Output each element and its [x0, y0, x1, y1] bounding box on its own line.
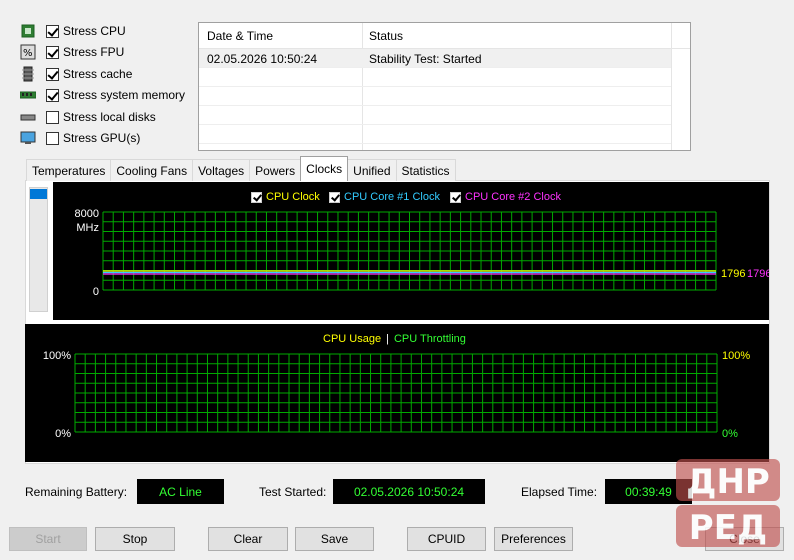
cache-icon — [20, 66, 36, 82]
stress-cpu-option[interactable]: Stress CPU — [20, 21, 126, 41]
stress-gpu-option[interactable]: Stress GPU(s) — [20, 128, 140, 148]
legend-core2-clock-label: CPU Core #2 Clock — [465, 191, 561, 203]
svg-text:%: % — [23, 48, 33, 59]
legend-separator: | — [386, 333, 389, 345]
usage-right-top-label: 100% — [722, 350, 750, 362]
stress-gpu-label: Stress GPU(s) — [63, 131, 141, 145]
tab-unified[interactable]: Unified — [347, 159, 397, 181]
clock-chart: 8000 MHz 0 1796 1796 CPU Clock CPU Core … — [53, 182, 769, 320]
watermark-logo: ДНР РЕД — [672, 455, 784, 551]
clock-value-label-cpu: 1796 — [721, 268, 745, 280]
tab-powers[interactable]: Powers — [249, 159, 302, 181]
log-header: Date & Time Status — [199, 23, 690, 49]
stress-memory-checkbox[interactable] — [46, 88, 59, 102]
disk-icon — [20, 109, 36, 125]
test-started-value: 02.05.2026 10:50:24 — [333, 479, 485, 504]
stress-disks-checkbox[interactable] — [46, 110, 59, 124]
tab-bar: Temperatures Cooling Fans Voltages Power… — [26, 156, 456, 181]
clock-y-max-label: 8000 — [75, 208, 99, 220]
stress-cpu-checkbox[interactable] — [46, 24, 59, 38]
legend-core1-clock-checkbox[interactable] — [329, 191, 340, 203]
legend-cpu-throttling-label[interactable]: CPU Throttling — [394, 333, 466, 345]
test-started-label: Test Started: — [259, 485, 327, 499]
start-button[interactable]: Start — [9, 527, 87, 551]
stress-memory-option[interactable]: Stress system memory — [19, 85, 186, 105]
clock-y-min-label: 0 — [93, 286, 99, 298]
cpu-icon — [20, 23, 36, 39]
legend-cpu-clock[interactable]: CPU Clock — [251, 191, 320, 203]
legend-cpu-clock-checkbox[interactable] — [251, 191, 262, 203]
tab-statistics[interactable]: Statistics — [395, 159, 456, 181]
stress-disks-label: Stress local disks — [63, 110, 156, 124]
log-row[interactable]: 02.05.2026 10:50:24 Stability Test: Star… — [199, 49, 671, 68]
gpu-icon — [20, 130, 36, 146]
cpuid-button[interactable]: CPUID — [407, 527, 486, 551]
log-status: Stability Test: Started — [369, 52, 482, 66]
stress-disks-option[interactable]: Stress local disks — [20, 107, 156, 127]
log-col-datetime[interactable]: Date & Time — [207, 29, 273, 43]
watermark-line2: РЕД — [689, 508, 767, 548]
stress-cpu-label: Stress CPU — [63, 24, 126, 38]
clock-y-unit-label: MHz — [76, 222, 99, 234]
legend-core1-clock[interactable]: CPU Core #1 Clock — [329, 191, 440, 203]
log-datetime: 02.05.2026 10:50:24 — [207, 52, 318, 66]
log-row-empty — [199, 106, 671, 125]
usage-left-top-label: 100% — [43, 350, 71, 362]
usage-legend: CPU Usage | CPU Throttling — [323, 333, 466, 345]
tab-cooling-fans[interactable]: Cooling Fans — [110, 159, 194, 181]
clear-button[interactable]: Clear — [208, 527, 288, 551]
status-log-table[interactable]: Date & Time Status 02.05.2026 10:50:24 S… — [198, 22, 691, 151]
stress-memory-label: Stress system memory — [63, 88, 186, 102]
stress-cache-option[interactable]: Stress cache — [20, 64, 132, 84]
save-button[interactable]: Save — [295, 527, 374, 551]
stress-gpu-checkbox[interactable] — [46, 131, 59, 145]
log-column-separator — [671, 23, 672, 150]
watermark-line1: ДНР — [686, 462, 770, 502]
battery-label: Remaining Battery: — [25, 485, 128, 499]
stress-fpu-label: Stress FPU — [63, 45, 125, 59]
stress-fpu-checkbox[interactable] — [46, 45, 59, 59]
item-scrollbar-thumb[interactable] — [30, 189, 47, 199]
memory-icon — [19, 87, 37, 103]
elapsed-time-label: Elapsed Time: — [521, 485, 598, 499]
legend-cpu-clock-label: CPU Clock — [266, 191, 320, 203]
stop-button[interactable]: Stop — [95, 527, 175, 551]
clock-value-label-core2: 1796 — [747, 268, 769, 280]
log-row-empty — [199, 68, 671, 87]
stress-cache-checkbox[interactable] — [46, 67, 59, 81]
log-row-empty — [199, 125, 671, 144]
battery-value: AC Line — [137, 479, 224, 504]
log-col-status[interactable]: Status — [369, 29, 403, 43]
stress-fpu-option[interactable]: % Stress FPU — [20, 42, 124, 62]
legend-core1-clock-label: CPU Core #1 Clock — [344, 191, 440, 203]
usage-chart: 100% 0% 100% 0% CPU Usage | CPU Throttli… — [25, 324, 769, 462]
stress-cache-label: Stress cache — [63, 67, 133, 81]
fpu-icon: % — [20, 44, 36, 60]
tab-temperatures[interactable]: Temperatures — [26, 159, 112, 181]
legend-core2-clock-checkbox[interactable] — [450, 191, 461, 203]
legend-cpu-usage-label[interactable]: CPU Usage — [323, 333, 381, 345]
tab-voltages[interactable]: Voltages — [192, 159, 251, 181]
tab-clocks[interactable]: Clocks — [300, 156, 349, 181]
item-scrollbar[interactable] — [29, 187, 48, 312]
usage-left-bottom-label: 0% — [55, 428, 71, 440]
log-row-empty — [199, 87, 671, 106]
legend-core2-clock[interactable]: CPU Core #2 Clock — [450, 191, 561, 203]
preferences-button[interactable]: Preferences — [494, 527, 573, 551]
usage-right-bottom-label: 0% — [722, 428, 738, 440]
